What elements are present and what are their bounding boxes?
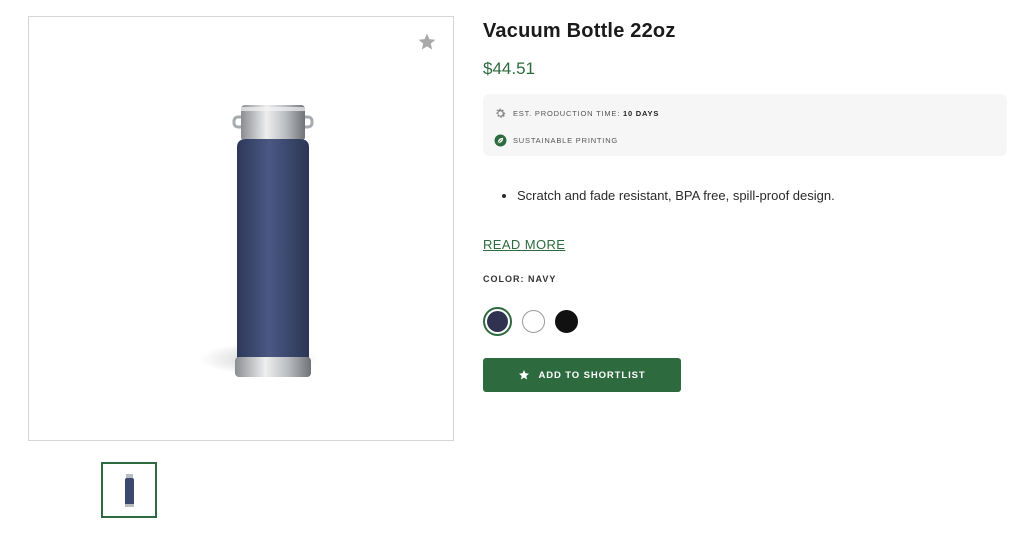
sustainable-row: SUSTAINABLE PRINTING [493,130,997,150]
product-info-box: EST. PRODUCTION TIME: 10 DAYS SUSTAINABL… [483,94,1007,156]
feature-list: Scratch and fade resistant, BPA free, sp… [483,186,1007,206]
read-more-link[interactable]: READ MORE [483,237,565,252]
thumbnail-1[interactable] [101,462,157,518]
product-title: Vacuum Bottle 22oz [483,20,676,42]
star-icon [518,369,530,381]
product-image[interactable] [179,87,319,387]
production-time-text: EST. PRODUCTION TIME: 10 DAYS [513,108,660,118]
color-label: COLOR: NAVY [483,274,557,284]
star-icon [418,33,436,50]
product-details: Vacuum Bottle 22oz $44.51 EST. PRODUCTIO… [483,16,1007,392]
sustainable-printing-text: SUSTAINABLE PRINTING [513,135,619,145]
swatch-white[interactable] [522,309,545,333]
swatch-black[interactable] [555,309,578,333]
feature-item: Scratch and fade resistant, BPA free, sp… [517,186,1007,206]
favorite-button[interactable] [415,30,439,54]
bottle-illustration [199,105,319,377]
product-price: $44.51 [483,59,535,78]
add-to-shortlist-label: ADD TO SHORTLIST [538,369,646,381]
product-image-gallery [28,16,454,441]
swatch-navy-fill [487,310,508,332]
bottle-thumbnail-image [125,474,134,507]
swatch-navy[interactable] [483,306,512,336]
leaf-icon [493,133,507,147]
color-swatches [483,306,1007,336]
add-to-shortlist-button[interactable]: ADD TO SHORTLIST [483,358,681,392]
production-time-row: EST. PRODUCTION TIME: 10 DAYS [493,103,997,123]
gear-icon [493,106,507,120]
